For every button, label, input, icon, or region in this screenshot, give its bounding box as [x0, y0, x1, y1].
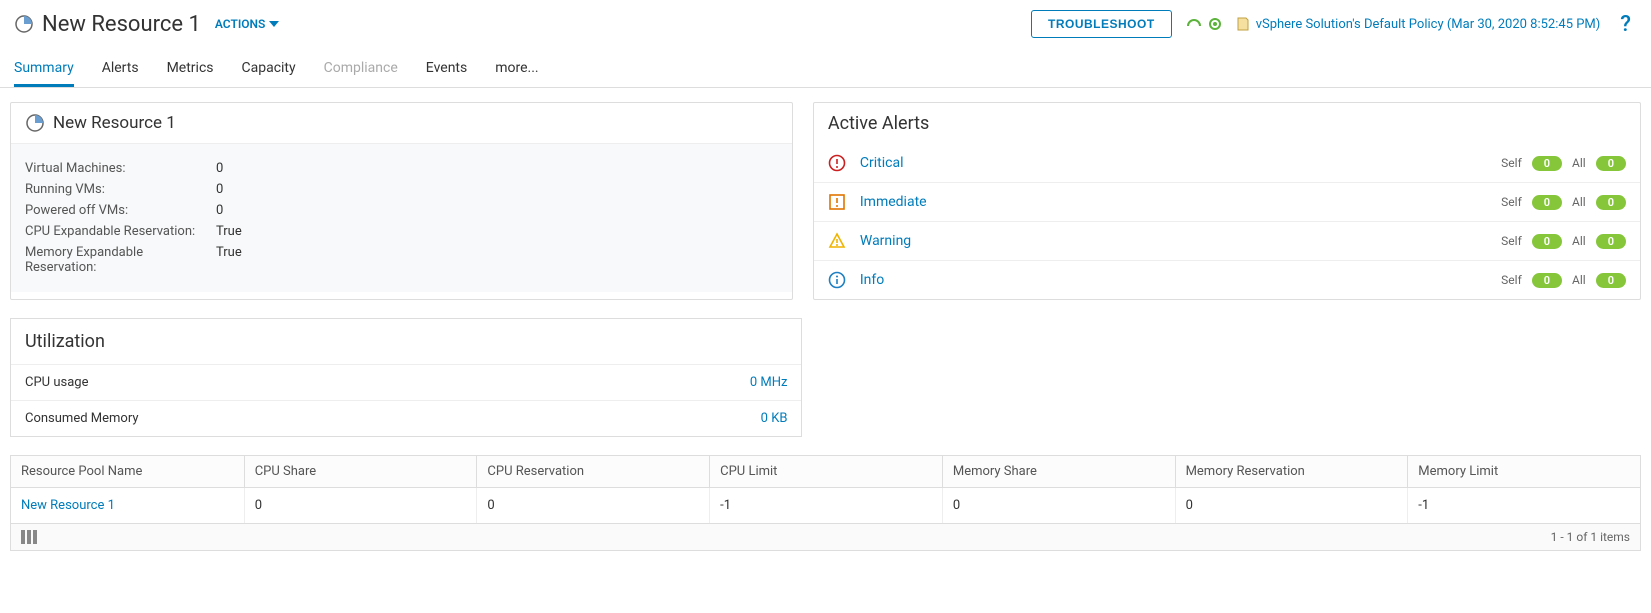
all-label: All: [1572, 273, 1586, 287]
self-label: Self: [1501, 273, 1522, 287]
immediate-icon: [828, 193, 846, 211]
self-label: Self: [1501, 195, 1522, 209]
col-header[interactable]: CPU Reservation: [476, 456, 709, 488]
troubleshoot-button[interactable]: TROUBLESHOOT: [1031, 10, 1172, 38]
kv-key: Memory Expandable Reservation:: [25, 245, 210, 275]
tab-metrics[interactable]: Metrics: [167, 52, 214, 87]
kv-val: 0: [216, 203, 223, 218]
tab-capacity[interactable]: Capacity: [242, 52, 296, 87]
all-count: 0: [1596, 156, 1626, 171]
all-count: 0: [1596, 234, 1626, 249]
info-icon: [828, 271, 846, 289]
tab-compliance: Compliance: [324, 52, 398, 87]
cell-name-link[interactable]: New Resource 1: [11, 488, 244, 523]
critical-icon: [828, 154, 846, 172]
resource-grid: Resource Pool Name CPU Share CPU Reserva…: [10, 455, 1641, 551]
resource-panel-icon: [25, 113, 45, 133]
self-count: 0: [1532, 156, 1562, 171]
kv-val: True: [216, 245, 242, 275]
alert-link-info[interactable]: Info: [860, 272, 1487, 288]
self-count: 0: [1532, 273, 1562, 288]
cell: -1: [1407, 488, 1640, 523]
help-icon[interactable]: ?: [1614, 12, 1637, 37]
self-count: 0: [1532, 195, 1562, 210]
col-header[interactable]: Resource Pool Name: [11, 456, 244, 488]
tab-events[interactable]: Events: [426, 52, 467, 87]
alert-row-critical: Critical Self 0 All 0: [814, 144, 1640, 183]
alert-row-info: Info Self 0 All 0: [814, 261, 1640, 299]
warning-icon: [828, 232, 846, 250]
alert-row-immediate: Immediate Self 0 All 0: [814, 183, 1640, 222]
util-label: CPU usage: [25, 375, 88, 390]
col-header[interactable]: CPU Limit: [709, 456, 942, 488]
wifi-status-icon: [1186, 18, 1202, 30]
page-title: New Resource 1: [42, 12, 201, 37]
kv-key: Running VMs:: [25, 182, 210, 197]
kv-key: Virtual Machines:: [25, 161, 210, 176]
kv-val: 0: [216, 182, 223, 197]
alert-link-warning[interactable]: Warning: [860, 233, 1487, 249]
kv-val: 0: [216, 161, 223, 176]
tab-summary[interactable]: Summary: [14, 52, 74, 87]
tab-more[interactable]: more...: [495, 52, 538, 87]
alert-link-critical[interactable]: Critical: [860, 155, 1487, 171]
alerts-panel-title: Active Alerts: [828, 113, 929, 134]
col-header[interactable]: CPU Share: [244, 456, 477, 488]
grid-footer-text: 1 - 1 of 1 items: [1551, 530, 1630, 544]
policy-link[interactable]: vSphere Solution's Default Policy (Mar 3…: [1236, 16, 1601, 32]
table-row[interactable]: New Resource 1 0 0 -1 0 0 -1: [11, 488, 1640, 523]
tab-alerts[interactable]: Alerts: [102, 52, 139, 87]
col-header[interactable]: Memory Share: [942, 456, 1175, 488]
util-label: Consumed Memory: [25, 411, 139, 426]
kv-key: Powered off VMs:: [25, 203, 210, 218]
utilization-panel: Utilization CPU usage 0 MHz Consumed Mem…: [10, 318, 802, 437]
resource-summary-panel: New Resource 1 Virtual Machines: 0 Runnin…: [10, 102, 793, 300]
active-alerts-panel: Active Alerts Critical Self 0 All 0 Imme…: [813, 102, 1641, 300]
kv-key: CPU Expandable Reservation:: [25, 224, 210, 239]
chevron-down-icon: [269, 21, 279, 27]
util-value-link[interactable]: 0 MHz: [750, 375, 788, 390]
cell: -1: [709, 488, 942, 523]
self-label: Self: [1501, 234, 1522, 248]
util-value-link[interactable]: 0 KB: [761, 411, 788, 426]
self-count: 0: [1532, 234, 1562, 249]
cell: 0: [942, 488, 1175, 523]
actions-dropdown[interactable]: ACTIONS: [215, 17, 280, 31]
col-header[interactable]: Memory Reservation: [1175, 456, 1408, 488]
column-picker-icon[interactable]: [21, 530, 37, 544]
all-label: All: [1572, 195, 1586, 209]
cell: 0: [476, 488, 709, 523]
alert-link-immediate[interactable]: Immediate: [860, 194, 1487, 210]
sync-status-icon: [1208, 17, 1222, 31]
tab-bar: Summary Alerts Metrics Capacity Complian…: [0, 44, 1651, 88]
all-count: 0: [1596, 273, 1626, 288]
policy-icon: [1236, 16, 1250, 32]
all-count: 0: [1596, 195, 1626, 210]
kv-val: True: [216, 224, 242, 239]
cell: 0: [244, 488, 477, 523]
actions-label: ACTIONS: [215, 17, 266, 31]
all-label: All: [1572, 234, 1586, 248]
all-label: All: [1572, 156, 1586, 170]
cell: 0: [1175, 488, 1408, 523]
resource-pool-icon: [14, 14, 34, 34]
policy-text: vSphere Solution's Default Policy (Mar 3…: [1256, 17, 1601, 32]
alert-row-warning: Warning Self 0 All 0: [814, 222, 1640, 261]
self-label: Self: [1501, 156, 1522, 170]
col-header[interactable]: Memory Limit: [1407, 456, 1640, 488]
utilization-title: Utilization: [11, 319, 801, 365]
resource-panel-title: New Resource 1: [53, 113, 176, 133]
